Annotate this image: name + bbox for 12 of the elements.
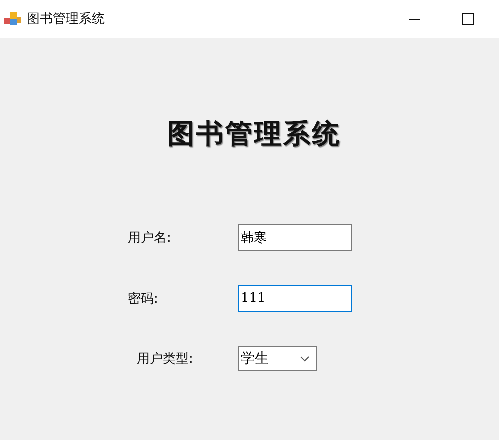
app-icon	[4, 12, 21, 26]
window-title: 图书管理系统	[27, 11, 106, 28]
minimize-icon[interactable]	[408, 18, 420, 20]
user-type-dropdown[interactable]: 学生	[238, 346, 317, 371]
field-label: 用户名:	[128, 230, 172, 246]
chevron-down-icon	[300, 356, 310, 362]
field-label: 用户类型:	[137, 350, 194, 368]
input-field[interactable]: 韩寒	[238, 224, 352, 251]
maximize-icon[interactable]	[462, 13, 474, 25]
app-heading: 图书管理系统	[168, 118, 342, 152]
input-field[interactable]: 111	[238, 285, 352, 312]
field-label: 密码:	[128, 290, 160, 308]
